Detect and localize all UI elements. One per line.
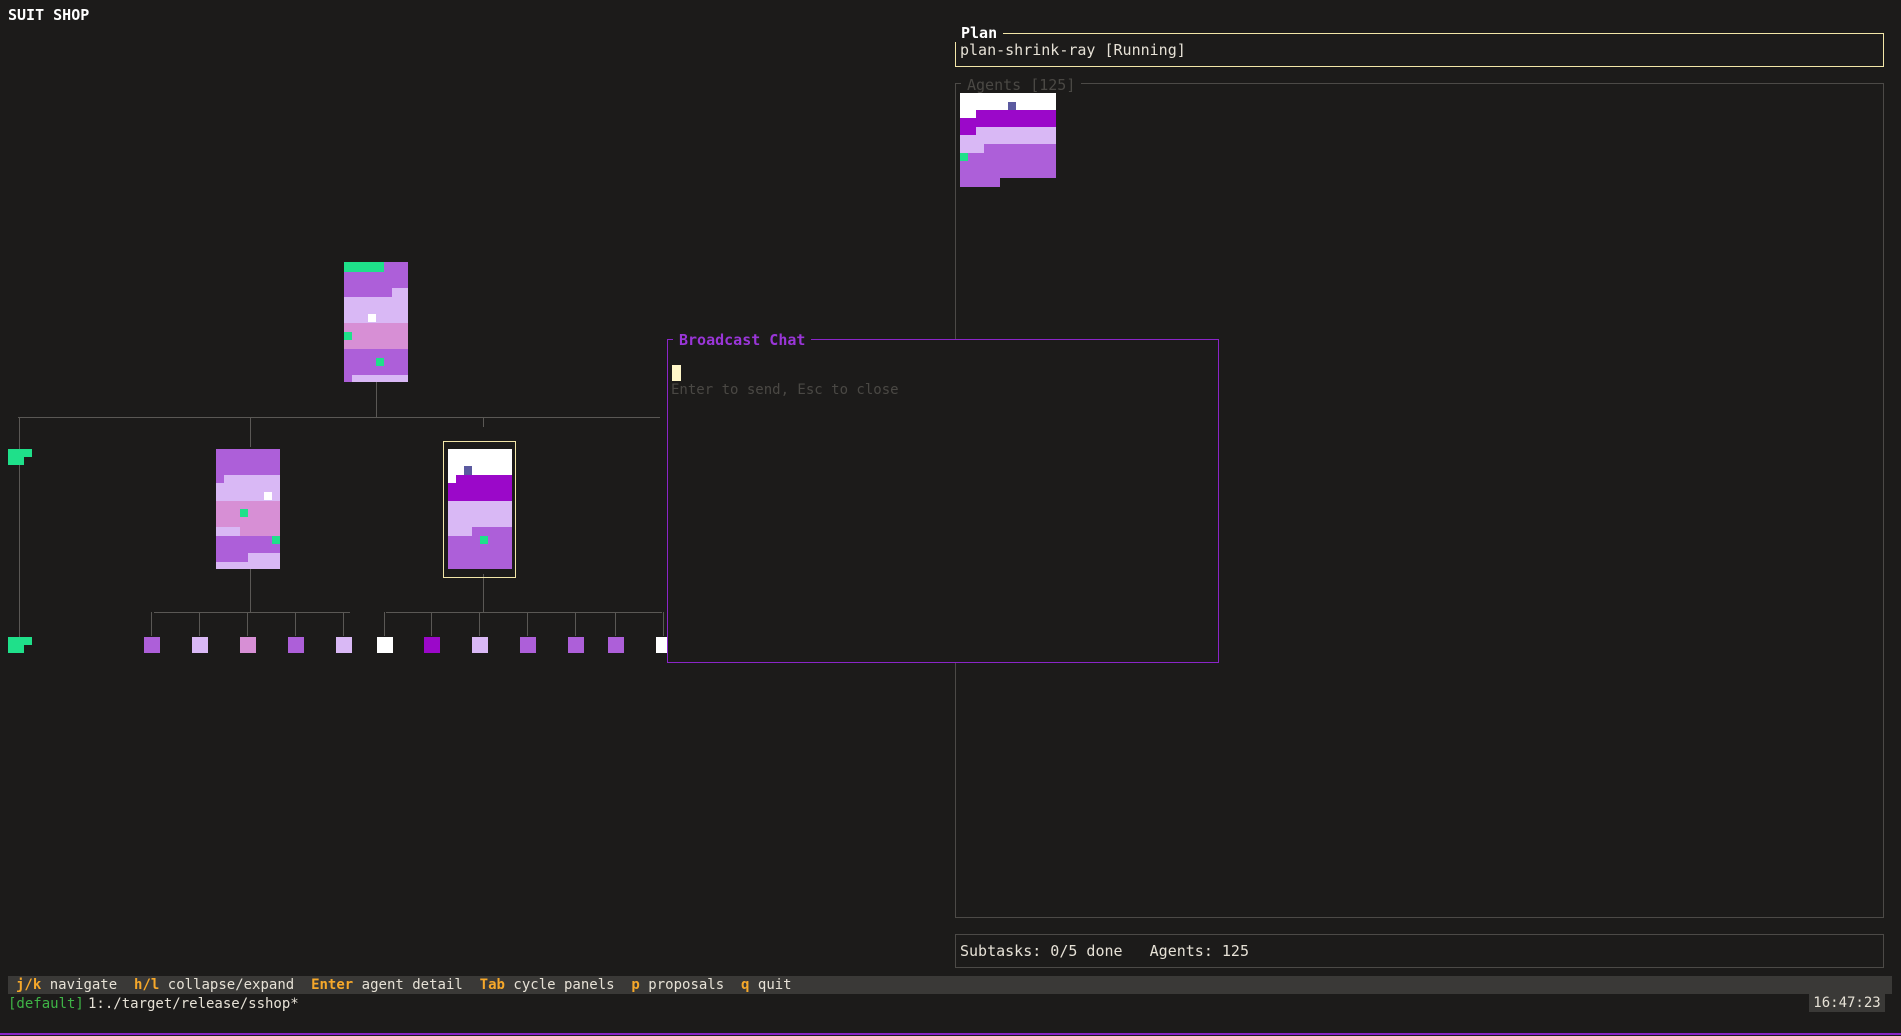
- tree-connector: [615, 612, 616, 636]
- tree-connector: [663, 612, 664, 636]
- tree-connector: [431, 612, 432, 636]
- tmux-session: [default]: [8, 996, 84, 1012]
- keybinding-description: quit: [757, 977, 792, 993]
- keybinding-bar: j/k navigate h/l collapse/expand Enter a…: [8, 976, 1892, 994]
- tree-connector: [483, 417, 484, 427]
- subtasks-count: Subtasks: 0/5 done: [960, 942, 1123, 960]
- keybinding-key: q: [741, 977, 750, 993]
- text-cursor: [672, 365, 681, 381]
- tree-connector: [151, 612, 152, 636]
- keybinding-key: h/l: [134, 977, 160, 993]
- keybinding-description: cycle panels: [513, 977, 615, 993]
- leaf-agent[interactable]: [520, 637, 536, 653]
- keybinding-description: agent detail: [361, 977, 463, 993]
- status-line: Subtasks: 0/5 done Agents: 125: [960, 942, 1249, 960]
- agent-avatar-leaf-left[interactable]: [8, 637, 32, 653]
- tree-connector: [18, 417, 660, 418]
- tree-connector: [199, 612, 200, 636]
- tree-connector: [154, 612, 350, 613]
- tree-connector: [295, 612, 296, 636]
- agent-avatar-selected[interactable]: [448, 449, 512, 569]
- agent-detail-avatar: [960, 93, 1056, 187]
- tree-connector: [250, 568, 251, 612]
- tmux-window[interactable]: 1:./target/release/sshop*: [88, 996, 299, 1012]
- tree-connector: [479, 612, 480, 636]
- agent-avatar-root[interactable]: [344, 262, 408, 382]
- keybinding-key: Enter: [311, 977, 354, 993]
- keybinding-list: j/k navigate h/l collapse/expand Enter a…: [16, 976, 792, 994]
- keybinding-description: collapse/expand: [167, 977, 295, 993]
- tree-connector: [575, 612, 576, 636]
- leaf-agent[interactable]: [336, 637, 352, 653]
- leaf-agent[interactable]: [240, 637, 256, 653]
- broadcast-chat-title: Broadcast Chat: [673, 331, 812, 349]
- plan-status: plan-shrink-ray [Running]: [960, 41, 1186, 59]
- tree-connector: [527, 612, 528, 636]
- keybinding-description: navigate: [49, 977, 118, 993]
- tmux-clock: 16:47:23: [1809, 994, 1885, 1012]
- leaf-agent[interactable]: [288, 637, 304, 653]
- app-root: SUIT SHOP Plan plan-shrink-ray [Running]…: [0, 0, 1901, 1036]
- agent-avatar-left[interactable]: [8, 449, 32, 465]
- keybinding-description: proposals: [648, 977, 725, 993]
- tree-connector: [386, 612, 662, 613]
- plan-title: Plan: [955, 24, 1004, 42]
- keybinding-key: j/k: [16, 977, 42, 993]
- leaf-agent[interactable]: [472, 637, 488, 653]
- leaf-agent[interactable]: [144, 637, 160, 653]
- keybinding-key: p: [631, 977, 640, 993]
- agents-count: Agents: 125: [1149, 942, 1249, 960]
- tree-connector: [384, 612, 385, 636]
- tree-connector: [483, 574, 484, 612]
- agent-avatar-middle[interactable]: [216, 449, 280, 569]
- leaf-agent[interactable]: [424, 637, 440, 653]
- broadcast-chat-input[interactable]: [671, 380, 1201, 400]
- bottom-rule: [0, 1033, 1901, 1035]
- tree-connector: [250, 417, 251, 447]
- leaf-agent[interactable]: [377, 637, 393, 653]
- agents-panel-title: Agents [125]: [961, 76, 1082, 94]
- keybinding-key: Tab: [479, 977, 505, 993]
- leaf-agent[interactable]: [608, 637, 624, 653]
- tree-connector: [247, 612, 248, 636]
- tree-connector: [343, 612, 344, 636]
- leaf-agent[interactable]: [192, 637, 208, 653]
- leaf-agent[interactable]: [568, 637, 584, 653]
